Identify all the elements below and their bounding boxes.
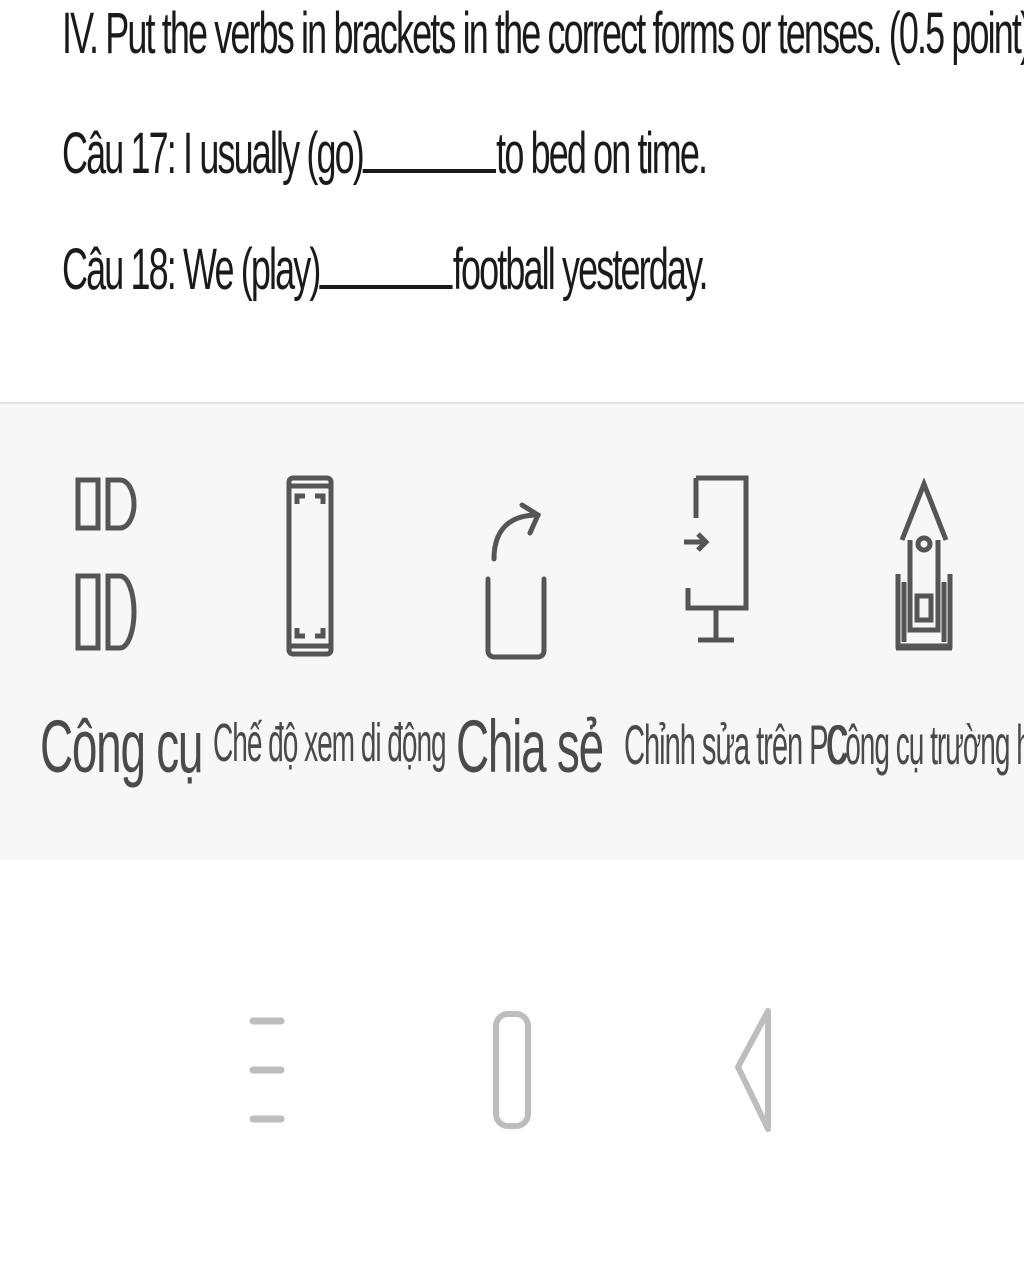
question-18: Câu 18: We (play) football yesterday. [62,236,709,303]
question-18-rest: football yesterday. [452,237,709,302]
mobile-view-icon [286,475,334,657]
question-17-prompt: Câu 17: I usually (go) [62,121,365,186]
question-18-blank[interactable] [319,285,453,289]
question-17: Câu 17: I usually (go) to bed on time. [62,120,708,187]
system-navigation-bar [0,860,1024,1280]
tools-label: Công cụ [40,705,203,788]
pc-edit-icon [684,475,749,643]
share-button[interactable]: Chia sẻ [440,404,604,862]
recent-apps-icon[interactable] [248,1015,288,1125]
share-label: Chia sẻ [456,705,604,788]
school-tools-button[interactable]: Công cụ trường học [820,404,1024,862]
back-icon[interactable] [732,1005,776,1135]
mobile-view-label: Chế độ xem di động [213,713,447,773]
share-icon [485,502,547,660]
edit-on-pc-button[interactable]: Chỉnh sửa trên PC [620,404,849,862]
exercise-heading: IV. Put the verbs in brackets in the cor… [62,1,1024,66]
school-tools-label: Công cụ trường học [826,713,1024,776]
question-18-prompt: Câu 18: We (play) [62,237,321,302]
tools-button[interactable]: Công cụ [20,404,203,862]
school-icon [895,478,953,651]
question-17-rest: to bed on time. [496,121,708,186]
question-17-blank[interactable] [362,169,497,173]
document-content: IV. Put the verbs in brackets in the cor… [0,0,1024,400]
tools-grid-icon [75,477,137,651]
edit-on-pc-label: Chỉnh sửa trên PC [624,713,849,776]
bottom-toolbar: Công cụ Chế độ xem di động Chia sẻ Chỉnh… [0,402,1024,862]
mobile-view-button[interactable]: Chế độ xem di động [205,404,447,862]
home-icon[interactable] [492,1010,532,1130]
